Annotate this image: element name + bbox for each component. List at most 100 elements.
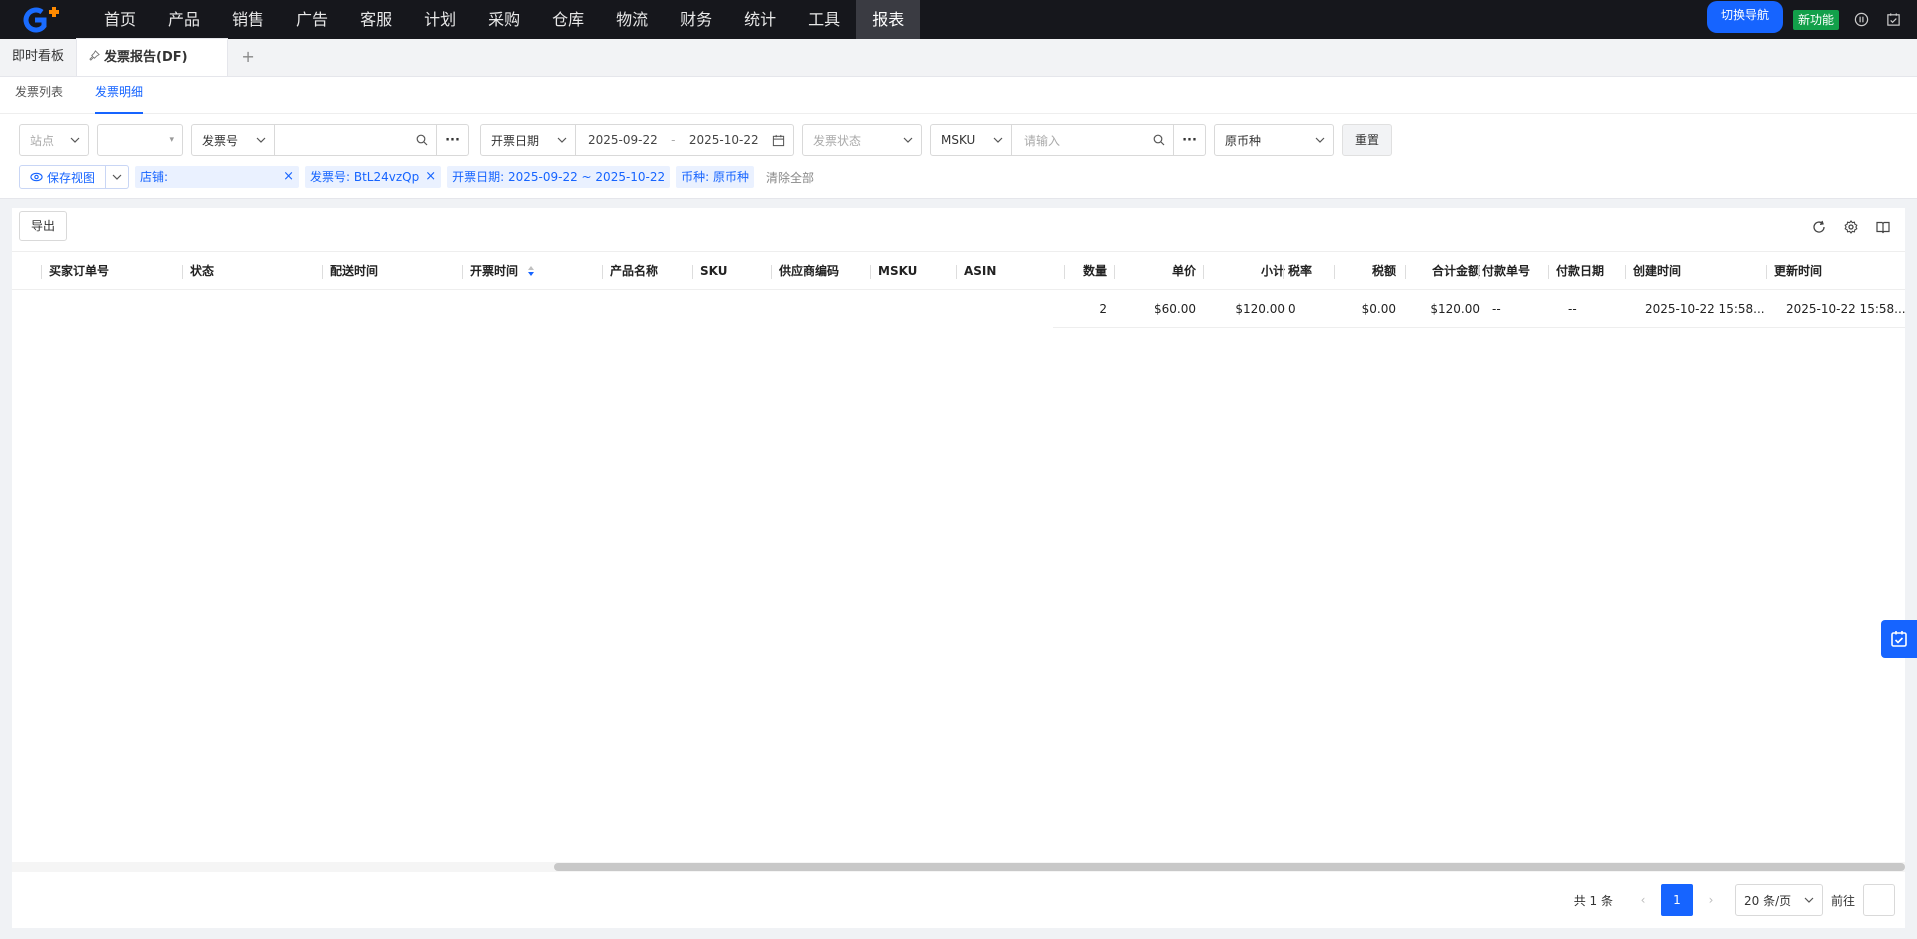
nav-item-product[interactable]: 产品 <box>152 0 216 39</box>
column-header[interactable]: 单价 <box>1114 252 1196 291</box>
column-header[interactable]: 创建时间 <box>1625 252 1681 291</box>
date-end[interactable]: 2025-10-22 <box>689 133 759 147</box>
nav-item-tools[interactable]: 工具 <box>792 0 856 39</box>
save-view-dropdown[interactable] <box>106 166 128 188</box>
nav-item-ads[interactable]: 广告 <box>280 0 344 39</box>
nav-item-home[interactable]: 首页 <box>88 0 152 39</box>
search-icon[interactable] <box>416 134 428 146</box>
calendar-check-icon[interactable] <box>1885 12 1901 28</box>
column-header[interactable]: 买家订单号 <box>41 252 109 291</box>
msku-more-button[interactable]: ··· <box>1174 124 1206 156</box>
nav-item-purchase[interactable]: 采购 <box>472 0 536 39</box>
column-header[interactable]: 税率 <box>1283 252 1312 291</box>
nav-item-finance[interactable]: 财务 <box>664 0 728 39</box>
column-header[interactable]: 税额 <box>1334 252 1396 291</box>
refresh-icon[interactable] <box>1811 219 1827 235</box>
scrollbar-thumb[interactable] <box>554 863 1905 871</box>
nav-item-logistics[interactable]: 物流 <box>600 0 664 39</box>
nav-item-service[interactable]: 客服 <box>344 0 408 39</box>
column-header[interactable]: 状态 <box>182 252 214 291</box>
close-icon[interactable]: × <box>283 166 294 188</box>
column-header[interactable]: 数量 <box>1064 252 1107 291</box>
cell-total: $120.00 <box>1430 302 1480 316</box>
filter-tag-store[interactable]: 店铺: × <box>135 166 300 188</box>
settings-icon[interactable] <box>1843 219 1859 235</box>
clear-all-link[interactable]: 清除全部 <box>766 169 814 186</box>
date-separator: - <box>671 133 676 147</box>
filter-tag-date[interactable]: 开票日期: 2025-09-22 ~ 2025-10-22 <box>447 166 671 188</box>
new-feature-badge[interactable]: 新功能 <box>1792 9 1839 30</box>
invoice-no-type-select[interactable]: 发票号 <box>191 124 275 156</box>
msku-input[interactable]: 请输入 <box>1012 124 1174 156</box>
store-select[interactable]: ▾ <box>97 124 183 156</box>
column-header[interactable]: 付款单号 <box>1478 252 1530 291</box>
cell-created-time: 2025-10-22 15:58... <box>1645 302 1765 316</box>
logo-icon <box>23 6 59 32</box>
column-header-sortable[interactable]: 开票时间 <box>462 252 536 291</box>
filter-tag-label: 币种: 原币种 <box>681 170 750 184</box>
msku-type-label: MSKU <box>941 133 976 147</box>
cell-payment-no: -- <box>1492 302 1501 316</box>
save-view-button[interactable]: 保存视图 <box>20 166 107 188</box>
logo[interactable] <box>12 0 72 39</box>
page-size-select[interactable]: 20 条/页 <box>1734 884 1823 916</box>
subtab-invoice-list[interactable]: 发票列表 <box>15 77 63 114</box>
chevron-right-icon[interactable]: › <box>1699 893 1723 907</box>
table-row[interactable]: 2 $60.00 $120.00 0 $0.00 $120.00 -- -- 2… <box>1053 290 1906 328</box>
pin-icon[interactable] <box>89 39 100 77</box>
close-icon[interactable]: × <box>425 166 436 188</box>
column-header[interactable]: 更新时间 <box>1766 252 1822 291</box>
sub-tabs: 发票列表 发票明细 <box>0 77 1917 114</box>
currency-label: 原币种 <box>1225 133 1262 148</box>
book-icon[interactable] <box>1875 219 1891 235</box>
sort-icon[interactable] <box>526 264 536 278</box>
invoice-status-select[interactable]: 发票状态 <box>802 124 922 156</box>
site-select[interactable]: 站点 <box>19 124 89 156</box>
nav-item-stats[interactable]: 统计 <box>728 0 792 39</box>
tab-invoice-report[interactable]: 发票报告(DF) <box>76 38 229 77</box>
add-tab-button[interactable]: + <box>228 38 268 76</box>
save-view-label: 保存视图 <box>47 170 96 185</box>
date-range-picker[interactable]: 2025-09-22 - 2025-10-22 <box>576 124 794 156</box>
column-header[interactable]: 小计 <box>1203 252 1285 291</box>
column-header[interactable]: 合计金额 <box>1403 252 1480 291</box>
search-icon[interactable] <box>1153 134 1165 146</box>
info-circle-icon[interactable] <box>1853 12 1869 28</box>
goto-page-input[interactable] <box>1863 884 1895 916</box>
horizontal-scrollbar[interactable] <box>12 862 1905 872</box>
nav-item-sales[interactable]: 销售 <box>216 0 280 39</box>
filter-tag-currency[interactable]: 币种: 原币种 <box>676 166 755 188</box>
tag-row: 保存视图 店铺: × 发票号: BtL24vzQp × 开票日期: 2025-0… <box>19 165 814 189</box>
pagination-total: 共 1 条 <box>1573 893 1613 908</box>
currency-select[interactable]: 原币种 <box>1214 124 1334 156</box>
page-tab-bar: 即时看板 发票报告(DF) + <box>0 38 1917 77</box>
msku-type-select[interactable]: MSKU <box>930 124 1012 156</box>
page-number[interactable]: 1 <box>1660 884 1693 916</box>
main-panel: 导出 买家订单号 状态 配送时间 开票时间 产品名称 SKU 供应商编码 MSK… <box>12 208 1906 928</box>
floating-task-button[interactable] <box>1881 620 1917 658</box>
calendar-icon[interactable] <box>772 134 785 147</box>
date-type-select[interactable]: 开票日期 <box>480 124 576 156</box>
column-header[interactable]: MSKU <box>870 252 917 291</box>
nav-item-warehouse[interactable]: 仓库 <box>536 0 600 39</box>
nav-item-reports[interactable]: 报表 <box>856 0 921 39</box>
export-button[interactable]: 导出 <box>19 211 68 241</box>
filter-tag-invoice-no[interactable]: 发票号: BtL24vzQp × <box>305 166 442 188</box>
column-header[interactable]: 配送时间 <box>322 252 378 291</box>
reset-button[interactable]: 重置 <box>1342 124 1393 156</box>
chevron-left-icon[interactable]: ‹ <box>1631 893 1655 907</box>
nav-item-plan[interactable]: 计划 <box>408 0 472 39</box>
switch-nav-button[interactable]: 切换导航 <box>1706 0 1783 33</box>
column-header[interactable]: 供应商编码 <box>771 252 839 291</box>
column-header[interactable]: ASIN <box>956 252 996 291</box>
invoice-no-more-button[interactable]: ··· <box>437 124 469 156</box>
cell-updated-time: 2025-10-22 15:58... <box>1786 302 1906 316</box>
invoice-no-input[interactable] <box>275 124 437 156</box>
column-header[interactable]: 付款日期 <box>1548 252 1604 291</box>
date-start[interactable]: 2025-09-22 <box>588 133 658 147</box>
column-header[interactable]: 产品名称 <box>602 252 658 291</box>
subtab-invoice-detail[interactable]: 发票明细 <box>95 77 144 114</box>
column-header[interactable]: SKU <box>692 252 727 291</box>
invoice-status-placeholder: 发票状态 <box>813 133 862 148</box>
tab-dashboard[interactable]: 即时看板 <box>0 38 76 76</box>
